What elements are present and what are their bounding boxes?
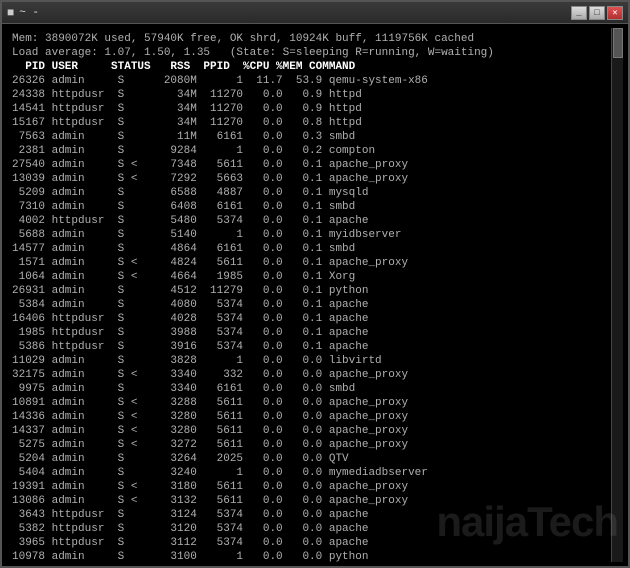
terminal-icon: ■ [7, 6, 14, 20]
table-row: 14337 admin S < 3280 5611 0.0 0.0 apache… [12, 424, 606, 438]
table-row: 13086 admin S < 3132 5611 0.0 0.0 apache… [12, 494, 606, 508]
table-row: 26326 admin S 2080M 1 11.7 53.9 qemu-sys… [12, 74, 606, 88]
table-row: 2381 admin S 9284 1 0.0 0.2 compton [12, 144, 606, 158]
window-controls: _ □ ✕ [571, 6, 623, 20]
table-row: 7310 admin S 6408 6161 0.0 0.1 smbd [12, 200, 606, 214]
table-row: 5384 admin S 4080 5374 0.0 0.1 apache [12, 298, 606, 312]
table-row: 3965 httpdusr S 3112 5374 0.0 0.0 apache [12, 536, 606, 550]
table-row: 5209 admin S 6588 4887 0.0 0.1 mysqld [12, 186, 606, 200]
window-title: ~ - [19, 7, 39, 19]
table-row: 4002 httpdusr S 5480 5374 0.0 0.1 apache [12, 214, 606, 228]
process-list: Mem: 3890072K used, 57940K free, OK shrd… [7, 28, 611, 562]
table-row: 5386 httpdusr S 3916 5374 0.0 0.1 apache [12, 340, 606, 354]
table-row: 1985 httpdusr S 3988 5374 0.0 0.1 apache [12, 326, 606, 340]
table-row: 1064 admin S < 4664 1985 0.0 0.1 Xorg [12, 270, 606, 284]
table-row: 13039 admin S < 7292 5663 0.0 0.1 apache… [12, 172, 606, 186]
table-row: 5275 admin S < 3272 5611 0.0 0.0 apache_… [12, 438, 606, 452]
table-row: 19391 admin S < 3180 5611 0.0 0.0 apache… [12, 480, 606, 494]
load-avg-line: Load average: 1.07, 1.50, 1.35 (State: S… [12, 46, 606, 60]
table-row: 14336 admin S < 3280 5611 0.0 0.0 apache… [12, 410, 606, 424]
scrollbar-thumb[interactable] [613, 28, 623, 58]
table-row: 32175 admin S < 3340 332 0.0 0.0 apache_… [12, 368, 606, 382]
table-row: 15167 httpdusr S 34M 11270 0.0 0.8 httpd [12, 116, 606, 130]
table-row: 16406 httpdusr S 4028 5374 0.0 0.1 apach… [12, 312, 606, 326]
table-row: 10891 admin S < 3288 5611 0.0 0.0 apache… [12, 396, 606, 410]
scrollbar[interactable] [611, 28, 623, 562]
close-button[interactable]: ✕ [607, 6, 623, 20]
table-row: 5204 admin S 3264 2025 0.0 0.0 QTV [12, 452, 606, 466]
title-bar-left: ■ ~ - [7, 6, 39, 20]
table-row: 27540 admin S < 7348 5611 0.0 0.1 apache… [12, 158, 606, 172]
terminal-content: Mem: 3890072K used, 57940K free, OK shrd… [2, 24, 628, 566]
table-row: 9975 admin S 3340 6161 0.0 0.0 smbd [12, 382, 606, 396]
table-row: 5382 httpdusr S 3120 5374 0.0 0.0 apache [12, 522, 606, 536]
table-row: 26931 admin S 4512 11279 0.0 0.1 python [12, 284, 606, 298]
table-row: 7563 admin S 11M 6161 0.0 0.3 smbd [12, 130, 606, 144]
minimize-button[interactable]: _ [571, 6, 587, 20]
process-rows: 26326 admin S 2080M 1 11.7 53.9 qemu-sys… [12, 74, 606, 562]
mem-info-line: Mem: 3890072K used, 57940K free, OK shrd… [12, 32, 606, 46]
table-row: 24338 httpdusr S 34M 11270 0.0 0.9 httpd [12, 88, 606, 102]
table-row: 3643 httpdusr S 3124 5374 0.0 0.0 apache [12, 508, 606, 522]
maximize-button[interactable]: □ [589, 6, 605, 20]
table-row: 1571 admin S < 4824 5611 0.0 0.1 apache_… [12, 256, 606, 270]
table-row: 14541 httpdusr S 34M 11270 0.0 0.9 httpd [12, 102, 606, 116]
table-row: 10978 admin S 3100 1 0.0 0.0 python [12, 550, 606, 562]
table-row: 5404 admin S 3240 1 0.0 0.0 mymediadbser… [12, 466, 606, 480]
column-header: PID USER STATUS RSS PPID %CPU %MEM COMMA… [12, 60, 606, 74]
table-row: 11029 admin S 3828 1 0.0 0.0 libvirtd [12, 354, 606, 368]
title-bar: ■ ~ - _ □ ✕ [2, 2, 628, 24]
terminal-window: ■ ~ - _ □ ✕ Mem: 3890072K used, 57940K f… [0, 0, 630, 568]
table-row: 5688 admin S 5140 1 0.0 0.1 myidbserver [12, 228, 606, 242]
table-row: 14577 admin S 4864 6161 0.0 0.1 smbd [12, 242, 606, 256]
